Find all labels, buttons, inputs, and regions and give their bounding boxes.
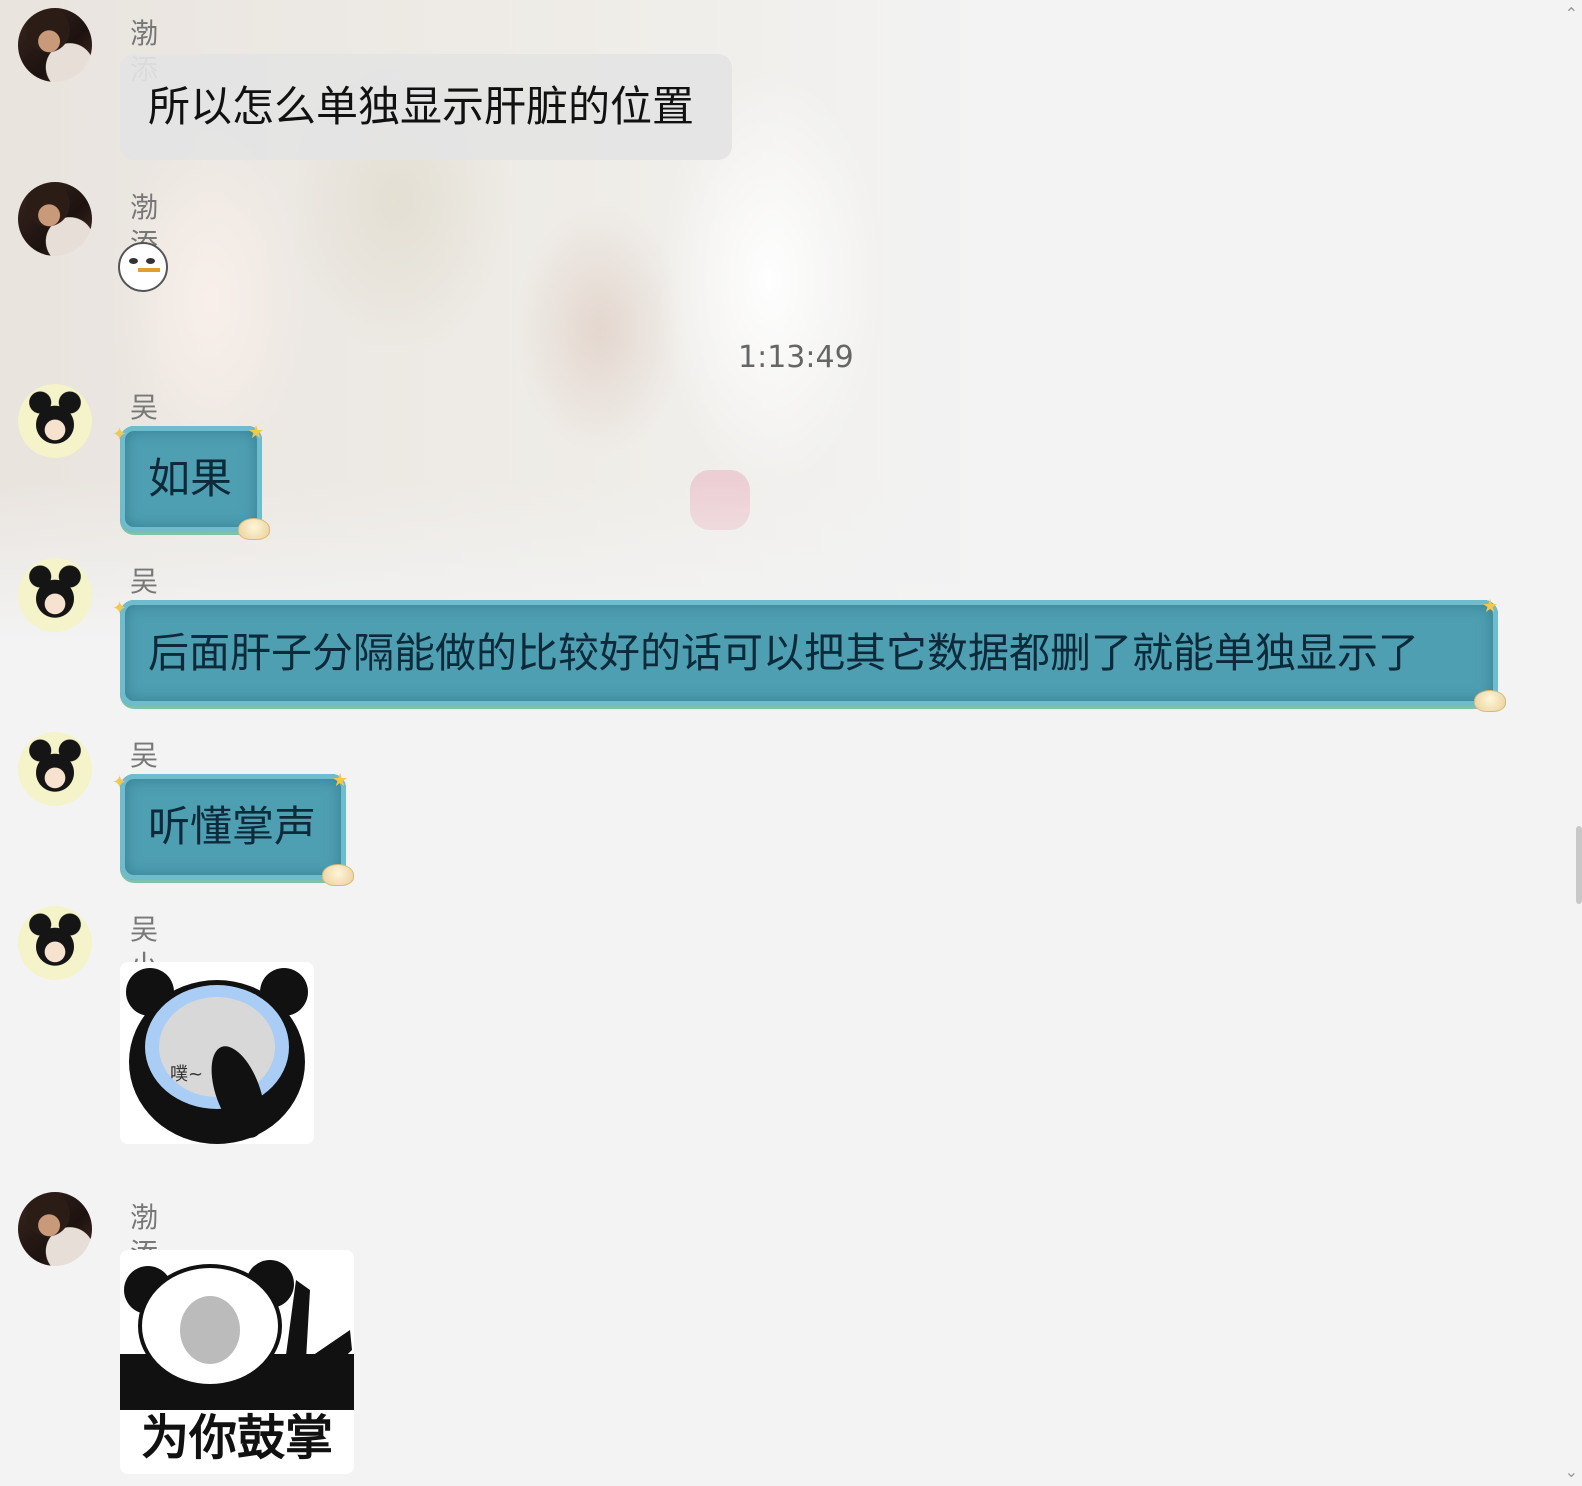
avatar[interactable] [18,384,92,458]
sticker-image[interactable]: 为你鼓掌 [120,1250,354,1474]
star-decoration-icon: ★ [248,422,265,443]
scroll-up-icon[interactable]: ⌃ [1565,4,1578,23]
avatar[interactable] [18,732,92,806]
shell-decoration-icon [238,518,270,540]
avatar[interactable] [18,1192,92,1266]
star-decoration-icon: ✦ [112,772,128,793]
scrollbar-thumb[interactable] [1576,826,1582,904]
star-decoration-icon: ✦ [112,598,128,619]
panda-clap-icon [120,1250,354,1410]
panda-sticker-icon [120,962,314,1144]
message-bubble[interactable]: 所以怎么单独显示肝脏的位置 [120,54,732,160]
chat-message-list[interactable]: 渤添 所以怎么单独显示肝脏的位置 渤添 1:13:49 吴小龙 如果 ✦ ★ 吴… [0,0,1582,1486]
message-bubble[interactable]: 听懂掌声 [120,774,346,880]
avatar[interactable] [18,182,92,256]
scroll-down-icon[interactable]: ⌄ [1565,1462,1578,1481]
star-decoration-icon: ★ [332,770,349,791]
sticker-image[interactable]: 噗~ [120,962,314,1144]
message-bubble[interactable]: 后面肝子分隔能做的比较好的话可以把其它数据都删了就能单独显示了 [120,600,1498,706]
message-bubble[interactable]: 如果 [120,426,262,532]
sticker-caption: 为你鼓掌 [140,1410,333,1466]
star-decoration-icon: ★ [1482,596,1499,617]
star-decoration-icon: ✦ [112,424,128,445]
avatar[interactable] [18,558,92,632]
shell-decoration-icon [322,864,354,886]
sticker-caption: 噗~ [170,1064,204,1085]
shell-decoration-icon [1474,690,1506,712]
smoking-face-icon[interactable] [118,242,168,292]
avatar[interactable] [18,8,92,82]
avatar[interactable] [18,906,92,980]
timestamp: 1:13:49 [738,340,854,375]
